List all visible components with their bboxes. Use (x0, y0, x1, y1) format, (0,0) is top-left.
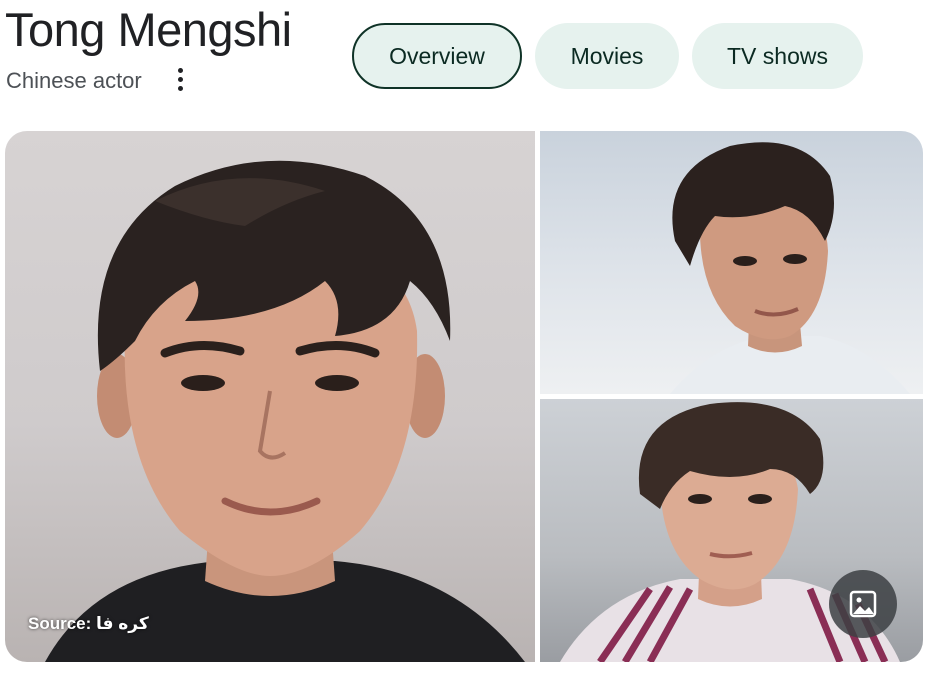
more-vert-icon-dot (177, 76, 183, 82)
tab-tv-shows[interactable]: TV shows (692, 23, 863, 89)
source-name: کره فا (96, 614, 149, 633)
portrait-illustration (45, 160, 525, 662)
knowledge-panel: Tong Mengshi Chinese actor Overview Movi… (0, 0, 928, 674)
more-vert-icon (177, 67, 183, 73)
portrait-illustration (670, 142, 910, 394)
image-source-label: Source: کره فا (28, 614, 149, 634)
entity-description: Chinese actor (6, 68, 142, 93)
thumbnail-photo-1[interactable] (540, 131, 923, 394)
tab-overview[interactable]: Overview (352, 23, 522, 89)
image-gallery: Source: کره فا (5, 131, 923, 662)
image-icon (849, 590, 877, 618)
tab-movies[interactable]: Movies (535, 23, 679, 89)
view-images-button[interactable] (829, 570, 897, 638)
more-vert-icon-dot (177, 85, 183, 91)
more-options-button[interactable] (166, 64, 194, 94)
source-prefix: Source: (28, 614, 92, 633)
main-photo[interactable]: Source: کره فا (5, 131, 535, 662)
page-title: Tong Mengshi (5, 3, 292, 56)
